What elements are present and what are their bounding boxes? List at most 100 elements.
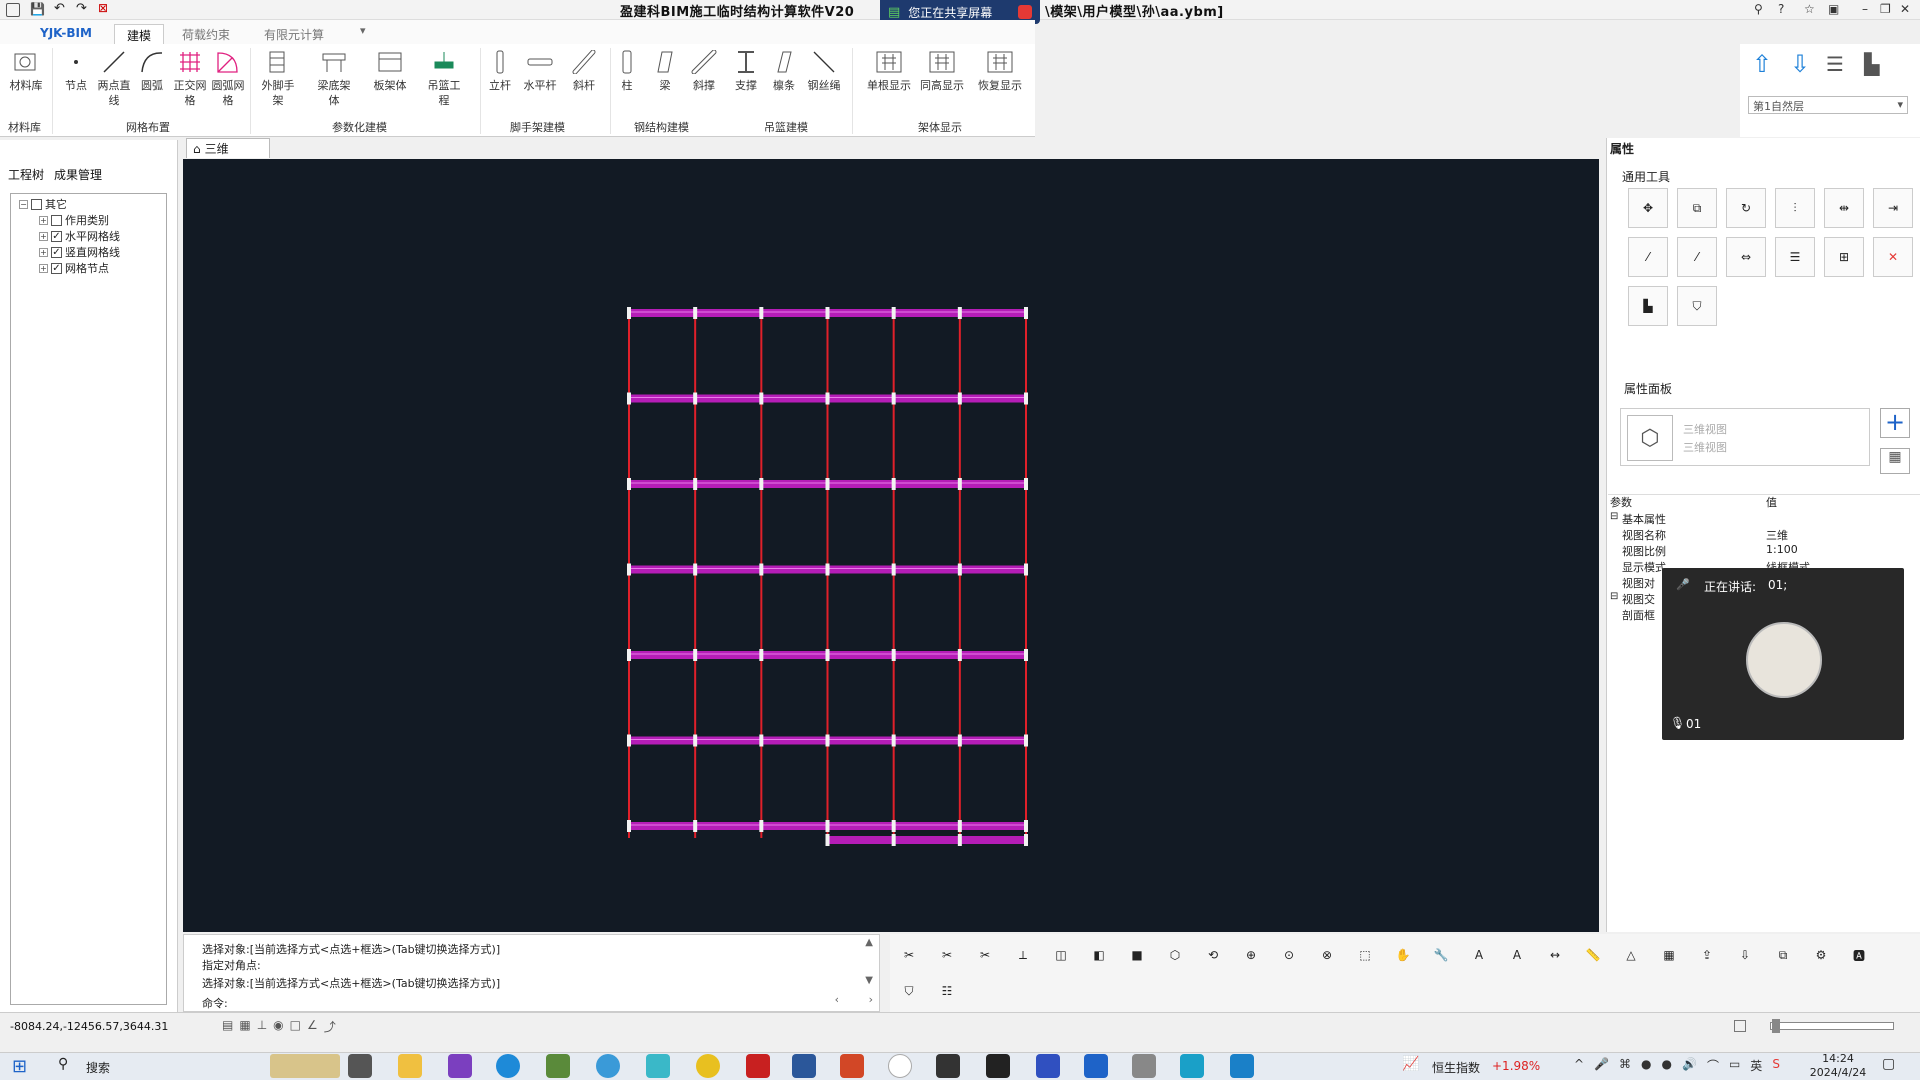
task-view-icon[interactable] <box>348 1054 372 1078</box>
beam-button[interactable]: 梁 <box>645 48 685 116</box>
grid-node[interactable] <box>957 478 962 490</box>
grid-node[interactable] <box>693 478 698 490</box>
wrench-icon[interactable]: 🔧 <box>1426 940 1456 970</box>
close-icon[interactable]: ✕ <box>1900 2 1910 16</box>
horizontal-member[interactable] <box>827 836 1027 844</box>
text-style-icon[interactable]: A <box>1502 940 1532 970</box>
stretch-icon[interactable]: ⇔ <box>1726 237 1766 277</box>
cut-icon[interactable]: ✂ <box>894 940 924 970</box>
grid-node[interactable] <box>957 834 962 846</box>
film-icon[interactable] <box>986 1054 1010 1078</box>
grid-node[interactable] <box>693 563 698 576</box>
property-table-icon[interactable]: ▦ <box>1880 448 1910 474</box>
trim-icon[interactable]: ✂ <box>932 940 962 970</box>
expand-icon[interactable]: + <box>39 247 48 257</box>
network-icon[interactable]: ⌘ <box>1619 1057 1631 1074</box>
grid-node[interactable] <box>627 820 631 832</box>
hanging-basket-button[interactable]: 吊篮工程 <box>424 48 464 116</box>
ortho-icon[interactable]: ⊥ <box>257 1018 267 1035</box>
grid-node[interactable] <box>891 563 896 576</box>
track-icon[interactable]: ⤴ <box>324 1018 336 1035</box>
external-scaffold-button[interactable]: 外脚手架 <box>258 48 298 116</box>
tray-app-icon[interactable]: ● <box>1662 1057 1672 1074</box>
grid-node[interactable] <box>1024 478 1028 490</box>
grid-node[interactable] <box>759 820 764 832</box>
brace-button[interactable]: 斜撑 <box>684 48 724 116</box>
app-cyan-icon[interactable] <box>646 1054 670 1078</box>
scroll-down-icon[interactable]: ▼ <box>865 975 873 986</box>
checkbox-checked[interactable]: ✓ <box>51 230 62 242</box>
angle-icon[interactable]: ∠ <box>307 1018 318 1035</box>
clock-time[interactable]: 14:24 <box>1798 1052 1878 1065</box>
zoom-in-icon[interactable]: ⊙ <box>1274 940 1304 970</box>
grid-snap-icon[interactable]: ▦ <box>239 1018 250 1035</box>
side-view-icon[interactable]: ◧ <box>1084 940 1114 970</box>
yjk-icon[interactable] <box>1180 1054 1204 1078</box>
structure-grid[interactable] <box>183 159 1599 932</box>
checkbox-checked[interactable]: ✓ <box>51 246 62 258</box>
column-button[interactable]: 柱 <box>607 48 647 116</box>
wifi-icon[interactable]: ⌒ <box>1707 1057 1719 1074</box>
redo-icon[interactable]: ↷ <box>76 1 87 16</box>
tree-item-grid-nodes[interactable]: + ✓ 网格节点 <box>39 260 109 276</box>
volume-icon[interactable]: 🔊 <box>1682 1057 1697 1074</box>
grid-node[interactable] <box>1024 563 1028 576</box>
material-library-button[interactable]: 材料库 <box>6 48 46 116</box>
search-icon[interactable]: ⚲ <box>58 1056 68 1072</box>
3d-viewport[interactable] <box>183 159 1599 932</box>
floor-icon[interactable]: ▙ <box>1864 52 1879 76</box>
layer-down-icon[interactable]: ⇩ <box>1790 50 1810 78</box>
meeting-video-window[interactable]: 🎤 正在讲话: 01; 🎙 01 <box>1662 568 1904 740</box>
monitor-icon[interactable] <box>936 1054 960 1078</box>
filter-icon[interactable]: ⛉ <box>894 976 924 1006</box>
list-icon[interactable]: ☷ <box>932 976 962 1006</box>
grid-node[interactable] <box>957 307 962 319</box>
grid-node[interactable] <box>759 392 764 405</box>
grid-node[interactable] <box>693 734 698 747</box>
grid-node[interactable] <box>693 307 698 319</box>
grid-node[interactable] <box>825 734 830 747</box>
single-display-button[interactable]: 单根显示 <box>863 48 915 116</box>
mirror-icon[interactable]: ⇹ <box>1824 188 1864 228</box>
node-button[interactable]: 节点 <box>56 48 96 116</box>
prop-value-view-name[interactable]: 三维 <box>1766 527 1788 543</box>
collapse-icon[interactable]: ⊟ <box>1610 591 1618 602</box>
grid-array-icon[interactable]: ⊞ <box>1824 237 1864 277</box>
annotate-icon[interactable]: 🅰 <box>1844 940 1874 970</box>
grid-node[interactable] <box>825 307 830 319</box>
tab-yjk-bim[interactable]: YJK-BIM <box>28 24 104 44</box>
zoom-slider[interactable] <box>1770 1022 1894 1030</box>
windows-start-icon[interactable]: ⊞ <box>12 1056 27 1077</box>
polar-icon[interactable]: ◉ <box>273 1018 283 1035</box>
yjk-bim-icon[interactable] <box>1230 1054 1254 1078</box>
same-height-display-button[interactable]: 同高显示 <box>916 48 968 116</box>
collapse-icon[interactable]: ⊟ <box>1610 511 1618 522</box>
add-icon[interactable]: + <box>1880 408 1910 438</box>
grid-node[interactable] <box>627 307 631 319</box>
break-icon[interactable]: ⁄ <box>1628 237 1668 277</box>
grid-node[interactable] <box>693 820 698 832</box>
floor-select[interactable]: 第1自然层 ▾ <box>1748 96 1908 114</box>
restore-icon[interactable]: ❐ <box>1880 2 1891 16</box>
measure-icon[interactable]: 📏 <box>1578 940 1608 970</box>
two-point-line-button[interactable]: 两点直线 <box>94 48 134 116</box>
purlin-button[interactable]: 檩条 <box>764 48 804 116</box>
grid-node[interactable] <box>891 478 896 490</box>
scroll-left-icon[interactable]: ‹ <box>835 993 839 1006</box>
grid-node[interactable] <box>693 392 698 405</box>
beam-bottom-frame-button[interactable]: 梁底架体 <box>314 48 354 116</box>
arc-button[interactable]: 圆弧 <box>132 48 172 116</box>
help-icon[interactable]: ? <box>1778 2 1784 16</box>
powerpoint-icon[interactable] <box>840 1054 864 1078</box>
grid-node[interactable] <box>957 820 962 832</box>
tree-item-other[interactable]: − 其它 <box>19 196 67 212</box>
tree-item-vertical-grid[interactable]: + ✓ 竖直网格线 <box>39 244 120 260</box>
stop-share-icon[interactable] <box>1018 5 1032 19</box>
close-file-icon[interactable]: ⊠ <box>98 1 108 15</box>
expand-icon[interactable]: + <box>39 231 48 241</box>
grid-node[interactable] <box>627 563 631 576</box>
status-toggle-icon[interactable] <box>1734 1020 1746 1032</box>
tab-dropdown-icon[interactable]: ▾ <box>360 24 366 37</box>
import-icon[interactable]: ⇩ <box>1730 940 1760 970</box>
align-icon[interactable]: ⇥ <box>1873 188 1913 228</box>
